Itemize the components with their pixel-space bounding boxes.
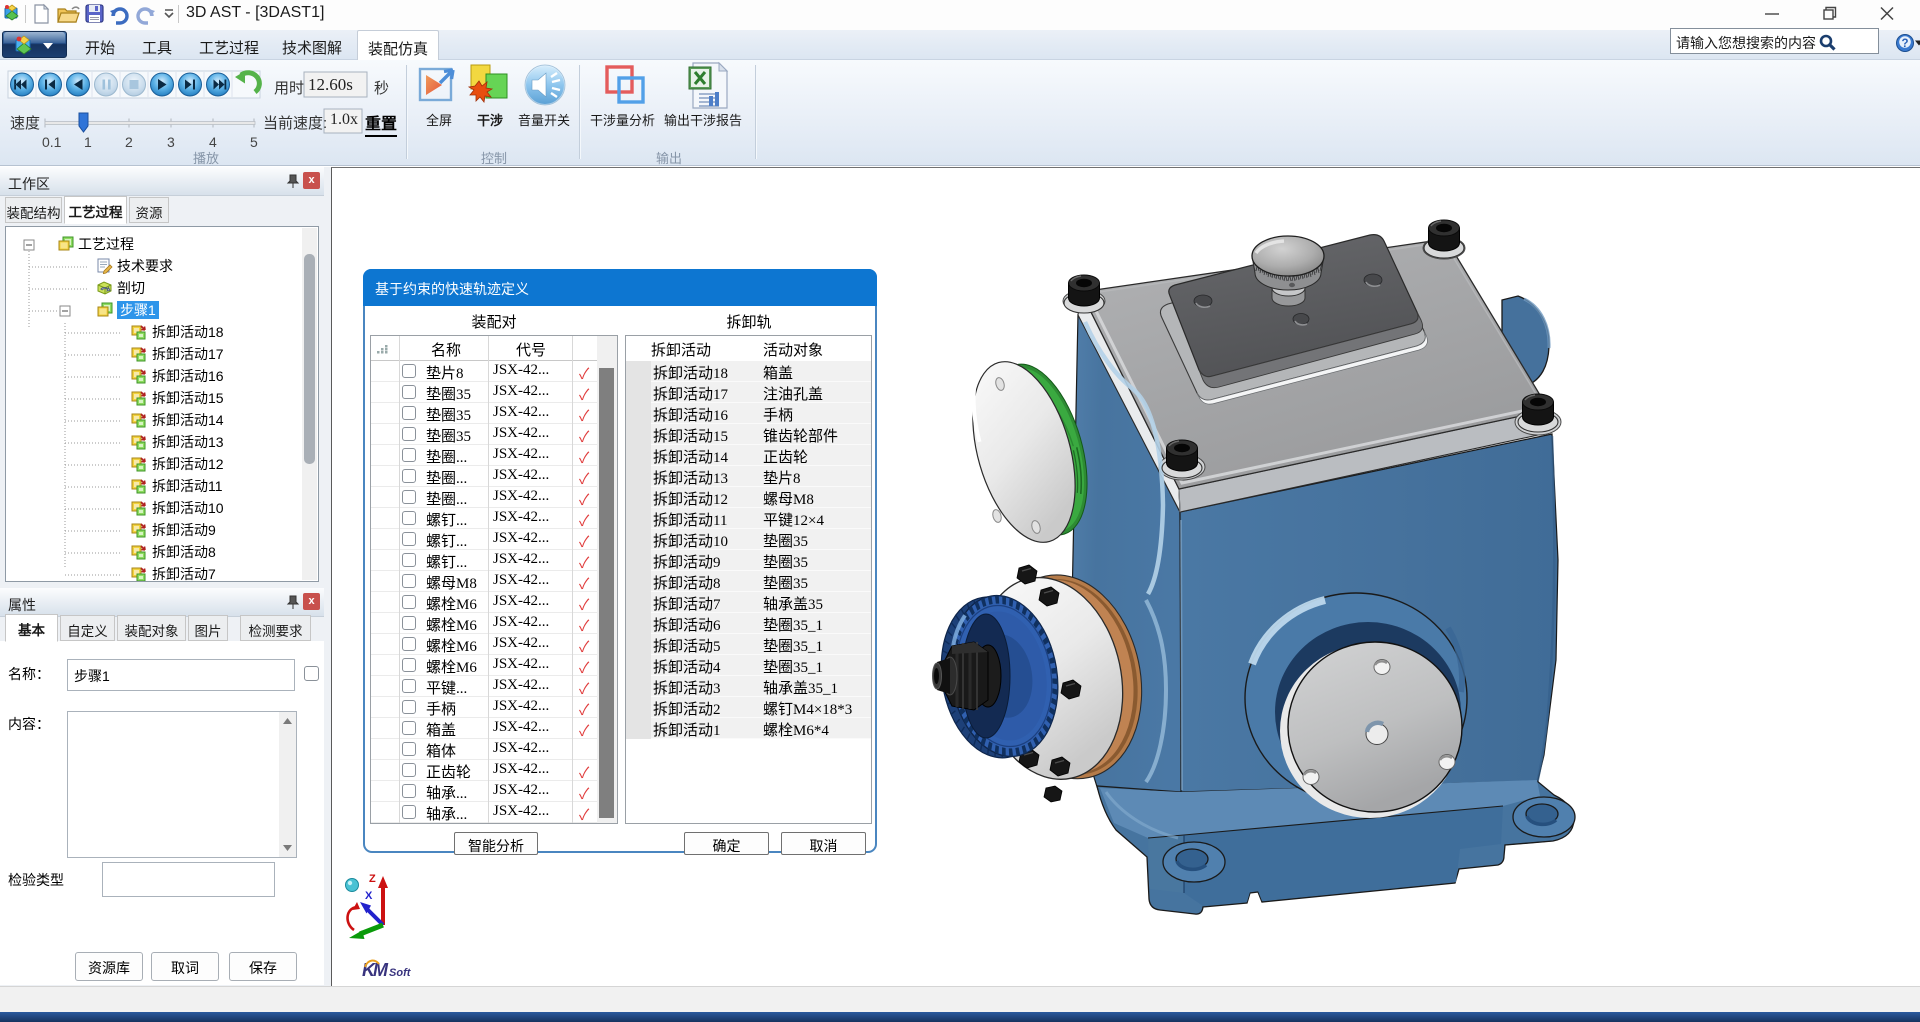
svg-text:Z: Z bbox=[369, 873, 376, 885]
svg-text:?: ? bbox=[1901, 38, 1908, 50]
svg-text:X: X bbox=[365, 890, 373, 902]
